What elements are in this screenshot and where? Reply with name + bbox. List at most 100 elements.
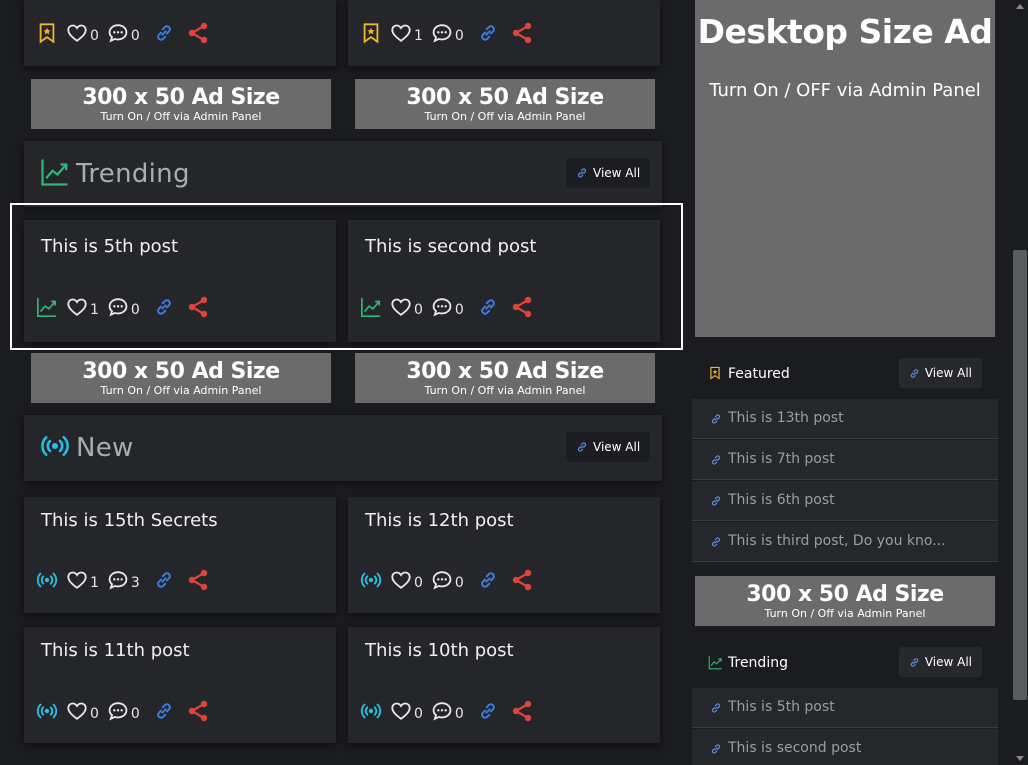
bookmark-icon[interactable] xyxy=(36,22,58,44)
featured-item[interactable]: This is 6th post xyxy=(692,481,998,521)
post-actions: 1 0 xyxy=(360,19,542,47)
like-count: 0 xyxy=(414,706,423,722)
post-actions: 0 0 xyxy=(360,566,542,594)
post-card: 0 0 xyxy=(24,0,336,66)
ad-banner-subtitle: Turn On / Off via Admin Panel xyxy=(764,607,926,620)
link-icon[interactable] xyxy=(478,23,498,43)
link-icon xyxy=(710,536,722,548)
like-count: 0 xyxy=(90,28,99,44)
trending-icon xyxy=(40,157,70,187)
comment-button[interactable]: 0 xyxy=(431,700,464,722)
scroll-thumb[interactable] xyxy=(1013,250,1027,700)
link-icon[interactable] xyxy=(478,570,498,590)
selection-highlight xyxy=(10,203,683,350)
comment-button[interactable]: 0 xyxy=(107,22,140,44)
post-title[interactable]: This is 10th post xyxy=(365,640,514,661)
comment-button[interactable]: 0 xyxy=(431,22,464,44)
bookmark-icon[interactable] xyxy=(360,22,382,44)
like-count: 0 xyxy=(414,575,423,591)
featured-item[interactable]: This is 13th post xyxy=(692,399,998,439)
broadcast-icon xyxy=(36,569,58,591)
comment-button[interactable]: 3 xyxy=(107,569,140,591)
post-title[interactable]: This is 12th post xyxy=(365,510,514,531)
view-all-button[interactable]: View All xyxy=(898,647,982,677)
section-title: New xyxy=(76,433,134,463)
link-icon xyxy=(710,413,722,425)
ad-banner-title: 300 x 50 Ad Size xyxy=(82,85,280,110)
like-button[interactable]: 1 xyxy=(390,22,423,44)
link-icon[interactable] xyxy=(154,23,174,43)
link-icon xyxy=(710,454,722,466)
post-actions: 1 3 xyxy=(36,566,218,594)
ad-banner-title: 300 x 50 Ad Size xyxy=(82,359,280,384)
featured-item-label: This is third post, Do you kno... xyxy=(728,533,946,549)
comment-icon xyxy=(107,700,129,722)
comment-button[interactable]: 0 xyxy=(431,569,464,591)
post-card[interactable]: This is 10th post 0 0 xyxy=(348,627,660,743)
heart-icon xyxy=(390,22,412,44)
view-all-button[interactable]: View All xyxy=(898,358,982,388)
broadcast-icon xyxy=(360,700,382,722)
like-button[interactable]: 0 xyxy=(390,569,423,591)
trending-item[interactable]: This is 5th post xyxy=(692,688,998,728)
comment-button[interactable]: 0 xyxy=(107,700,140,722)
post-title[interactable]: This is 15th Secrets xyxy=(41,510,218,531)
link-icon xyxy=(576,167,588,179)
bookmark-icon xyxy=(708,366,722,380)
ad-banner-subtitle: Turn On / Off via Admin Panel xyxy=(100,384,262,397)
featured-item[interactable]: This is 7th post xyxy=(692,440,998,480)
link-icon[interactable] xyxy=(478,701,498,721)
view-all-button[interactable]: View All xyxy=(566,432,651,462)
link-icon xyxy=(710,495,722,507)
comment-icon xyxy=(107,569,129,591)
link-icon xyxy=(909,657,920,668)
post-actions: 0 0 xyxy=(360,697,542,725)
post-card[interactable]: This is 15th Secrets 1 3 xyxy=(24,497,336,613)
desktop-ad-banner[interactable]: Desktop Size Ad Turn On / OFF via Admin … xyxy=(695,0,995,337)
broadcast-icon xyxy=(360,569,382,591)
post-card: 1 0 xyxy=(348,0,660,66)
like-button[interactable]: 0 xyxy=(66,22,99,44)
post-card[interactable]: This is 11th post 0 0 xyxy=(24,627,336,743)
share-icon[interactable] xyxy=(510,699,534,723)
ad-banner[interactable]: 300 x 50 Ad Size Turn On / Off via Admin… xyxy=(31,353,331,403)
like-count: 1 xyxy=(90,575,99,591)
featured-item-label: This is 6th post xyxy=(728,492,835,508)
post-card[interactable]: This is 12th post 0 0 xyxy=(348,497,660,613)
comment-icon xyxy=(431,700,453,722)
post-actions: 0 0 xyxy=(36,697,218,725)
like-button[interactable]: 0 xyxy=(390,700,423,722)
share-icon[interactable] xyxy=(510,568,534,592)
desktop-ad-title: Desktop Size Ad xyxy=(697,12,993,51)
ad-banner[interactable]: 300 x 50 Ad Size Turn On / Off via Admin… xyxy=(31,79,331,129)
share-icon[interactable] xyxy=(186,21,210,45)
share-icon[interactable] xyxy=(186,568,210,592)
link-icon xyxy=(710,702,722,714)
widget-title: Trending xyxy=(728,655,788,671)
trending-widget-header: Trending View All xyxy=(692,643,998,683)
comment-count: 3 xyxy=(130,575,140,591)
ad-banner-subtitle: Turn On / Off via Admin Panel xyxy=(100,110,262,123)
post-title[interactable]: This is 11th post xyxy=(41,640,190,661)
scroll-down-icon[interactable] xyxy=(1016,756,1024,761)
link-icon[interactable] xyxy=(154,570,174,590)
scroll-up-icon[interactable] xyxy=(1016,4,1024,9)
share-icon[interactable] xyxy=(186,699,210,723)
like-button[interactable]: 1 xyxy=(66,569,99,591)
view-all-button[interactable]: View All xyxy=(566,158,651,188)
like-button[interactable]: 0 xyxy=(66,700,99,722)
trending-item[interactable]: This is second post xyxy=(692,729,998,765)
ad-banner[interactable]: 300 x 50 Ad Size Turn On / Off via Admin… xyxy=(355,79,655,129)
vertical-scrollbar[interactable] xyxy=(1012,0,1028,765)
ad-banner-title: 300 x 50 Ad Size xyxy=(406,359,604,384)
link-icon[interactable] xyxy=(154,701,174,721)
share-icon[interactable] xyxy=(510,21,534,45)
heart-icon xyxy=(66,700,88,722)
view-all-label: View All xyxy=(924,655,972,669)
featured-item[interactable]: This is third post, Do you kno... xyxy=(692,522,998,562)
ad-banner[interactable]: 300 x 50 Ad Size Turn On / Off via Admin… xyxy=(355,353,655,403)
widget-title: Featured xyxy=(728,366,790,382)
view-all-label: View All xyxy=(593,166,641,180)
featured-item-label: This is 13th post xyxy=(728,410,844,426)
ad-banner[interactable]: 300 x 50 Ad Size Turn On / Off via Admin… xyxy=(695,576,995,626)
